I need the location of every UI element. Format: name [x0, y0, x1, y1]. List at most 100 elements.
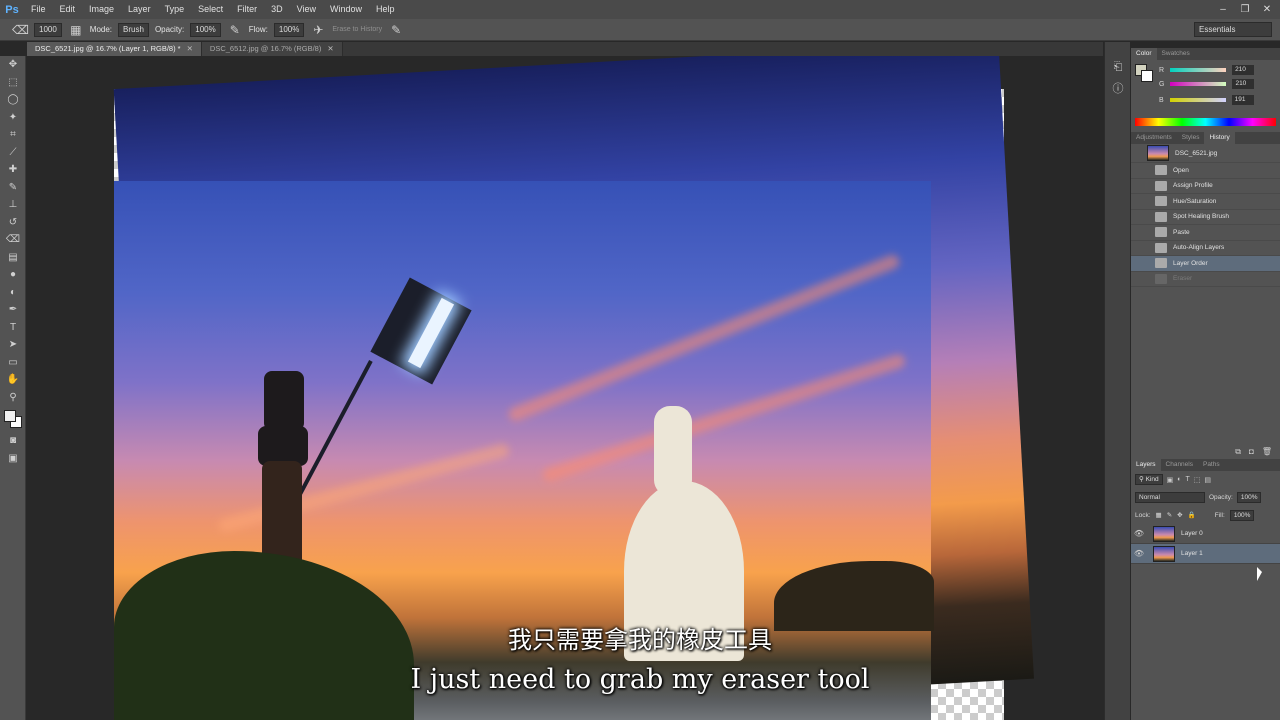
red-value[interactable]: 210 — [1232, 65, 1255, 75]
brush-tool-icon[interactable]: ✎ — [0, 179, 26, 197]
layer-row-layer-0[interactable]: 👁 Layer 0 — [1131, 524, 1280, 544]
menu-filter[interactable]: Filter — [230, 0, 264, 19]
lock-pixels-icon[interactable]: ✎ — [1167, 511, 1172, 519]
menu-image[interactable]: Image — [82, 0, 121, 19]
workspace-select[interactable]: Essentials — [1194, 22, 1272, 37]
history-snapshot[interactable]: DSC_6521.jpg — [1131, 144, 1280, 163]
lock-all-icon[interactable]: 🔒 — [1188, 511, 1196, 519]
trash-icon[interactable]: 🗑 — [1262, 447, 1272, 459]
close-tab-icon[interactable]: ✕ — [327, 44, 333, 53]
quick-mask-icon[interactable]: ◙ — [0, 432, 26, 450]
clone-stamp-tool-icon[interactable]: ⊥ — [0, 196, 26, 214]
tab-adjustments[interactable]: Adjustments — [1131, 132, 1177, 144]
tab-color[interactable]: Color — [1131, 48, 1157, 60]
tab-dsc-6512[interactable]: DSC_6512.jpg @ 16.7% (RGB/8) ✕ — [201, 42, 343, 56]
menu-3d[interactable]: 3D — [264, 0, 290, 19]
layer-opacity-field[interactable]: 100% — [1236, 491, 1262, 503]
layer-row-layer-1[interactable]: 👁 Layer 1 — [1131, 544, 1280, 564]
lasso-tool-icon[interactable]: ◯ — [0, 91, 26, 109]
menu-window[interactable]: Window — [323, 0, 369, 19]
screen-mode-icon[interactable]: ▣ — [0, 450, 26, 468]
lock-position-icon[interactable]: ✥ — [1177, 511, 1182, 519]
blue-slider[interactable] — [1169, 98, 1226, 102]
filter-smart-object-icon[interactable]: ▤ — [1204, 476, 1211, 484]
menu-select[interactable]: Select — [191, 0, 230, 19]
menu-layer[interactable]: Layer — [121, 0, 158, 19]
green-value[interactable]: 210 — [1232, 79, 1255, 89]
type-tool-icon[interactable]: T — [0, 319, 26, 337]
pressure-size-icon[interactable]: ✎ — [388, 22, 404, 38]
history-item-undone[interactable]: Eraser — [1131, 272, 1280, 287]
menu-view[interactable]: View — [290, 0, 323, 19]
mode-select[interactable]: Brush — [118, 22, 149, 37]
crop-tool-icon[interactable]: ⌗ — [0, 126, 26, 144]
assistant-shorts — [258, 426, 308, 466]
menu-file[interactable]: File — [24, 0, 53, 19]
menu-help[interactable]: Help — [369, 0, 402, 19]
close-icon[interactable]: ✕ — [1256, 0, 1278, 19]
move-tool-icon[interactable]: ✥ — [0, 56, 26, 74]
pressure-opacity-icon[interactable]: ✎ — [227, 22, 243, 38]
erase-to-history-checkbox[interactable]: Erase to History — [332, 26, 382, 33]
foreground-color-swatch[interactable] — [4, 410, 16, 422]
filter-adjustment-icon[interactable]: ◐ — [1177, 476, 1181, 483]
minimize-icon[interactable]: – — [1212, 0, 1234, 19]
layer-kind-filter[interactable]: ⚲ Kind — [1135, 474, 1163, 485]
rectangle-tool-icon[interactable]: ▭ — [0, 354, 26, 372]
tab-styles[interactable]: Styles — [1177, 132, 1205, 144]
menu-edit[interactable]: Edit — [53, 0, 83, 19]
history-item[interactable]: Hue/Saturation — [1131, 194, 1280, 210]
healing-brush-tool-icon[interactable]: ✚ — [0, 161, 26, 179]
menu-type[interactable]: Type — [158, 0, 192, 19]
history-panel-icon[interactable]: ⎗ — [1105, 56, 1131, 78]
blur-tool-icon[interactable]: ● — [0, 266, 26, 284]
history-item-active[interactable]: Layer Order — [1131, 256, 1280, 272]
history-item[interactable]: Auto-Align Layers — [1131, 241, 1280, 256]
history-item[interactable]: Assign Profile — [1131, 179, 1280, 194]
path-selection-tool-icon[interactable]: ➤ — [0, 336, 26, 354]
tab-dsc-6521[interactable]: DSC_6521.jpg @ 16.7% (Layer 1, RGB/8) * ✕ — [27, 42, 202, 56]
red-slider[interactable] — [1170, 68, 1227, 72]
tab-swatches[interactable]: Swatches — [1157, 48, 1195, 60]
history-item[interactable]: Open — [1131, 163, 1280, 179]
fill-field[interactable]: 100% — [1229, 509, 1255, 521]
flow-field[interactable]: 100% — [273, 22, 305, 37]
eyedropper-tool-icon[interactable]: ⟋ — [0, 144, 26, 162]
history-item[interactable]: Paste — [1131, 225, 1280, 241]
dodge-tool-icon[interactable]: ◐ — [0, 284, 26, 302]
history-brush-tool-icon[interactable]: ↺ — [0, 214, 26, 232]
tab-history[interactable]: History — [1204, 132, 1235, 144]
pen-tool-icon[interactable]: ✒ — [0, 301, 26, 319]
gradient-tool-icon[interactable]: ▤ — [0, 249, 26, 267]
tab-channels[interactable]: Channels — [1161, 459, 1198, 471]
eraser-tool-icon[interactable]: ⌫ — [0, 231, 26, 249]
marquee-tool-icon[interactable]: ⬚ — [0, 74, 26, 92]
close-tab-icon[interactable]: ✕ — [187, 44, 193, 53]
properties-panel-icon[interactable]: ⓘ — [1105, 78, 1131, 100]
filter-shape-icon[interactable]: ⬚ — [1194, 476, 1201, 484]
brush-panel-icon[interactable]: ▦ — [68, 22, 84, 38]
eraser-tool-preset-icon[interactable]: ⌫ — [12, 22, 29, 38]
visibility-eye-icon[interactable]: 👁 — [1131, 549, 1147, 558]
background-color-preview[interactable] — [1141, 70, 1153, 82]
magic-wand-tool-icon[interactable]: ✦ — [0, 109, 26, 127]
tab-paths[interactable]: Paths — [1198, 459, 1225, 471]
opacity-field[interactable]: 100% — [190, 22, 221, 37]
green-slider[interactable] — [1170, 82, 1227, 86]
lock-transparent-icon[interactable]: ▦ — [1156, 511, 1162, 519]
zoom-tool-icon[interactable]: ⚲ — [0, 389, 26, 407]
filter-type-icon[interactable]: T — [1185, 476, 1189, 483]
filter-pixel-icon[interactable]: ▣ — [1167, 476, 1174, 484]
hand-tool-icon[interactable]: ✋ — [0, 371, 26, 389]
visibility-eye-icon[interactable]: 👁 — [1131, 529, 1147, 538]
tab-layers[interactable]: Layers — [1131, 459, 1161, 471]
restore-icon[interactable]: ❐ — [1234, 0, 1256, 19]
blend-mode-select[interactable]: Normal — [1135, 491, 1205, 503]
airbrush-icon[interactable]: ✈ — [310, 22, 326, 38]
color-swatches[interactable] — [0, 406, 25, 432]
blue-value[interactable]: 191 — [1231, 95, 1254, 105]
history-item[interactable]: Spot Healing Brush — [1131, 210, 1280, 225]
new-document-from-state-icon[interactable]: ⧉ — [1235, 447, 1241, 459]
brush-size-picker[interactable]: 1000 — [34, 22, 62, 37]
new-snapshot-icon[interactable]: ◘ — [1249, 447, 1254, 459]
